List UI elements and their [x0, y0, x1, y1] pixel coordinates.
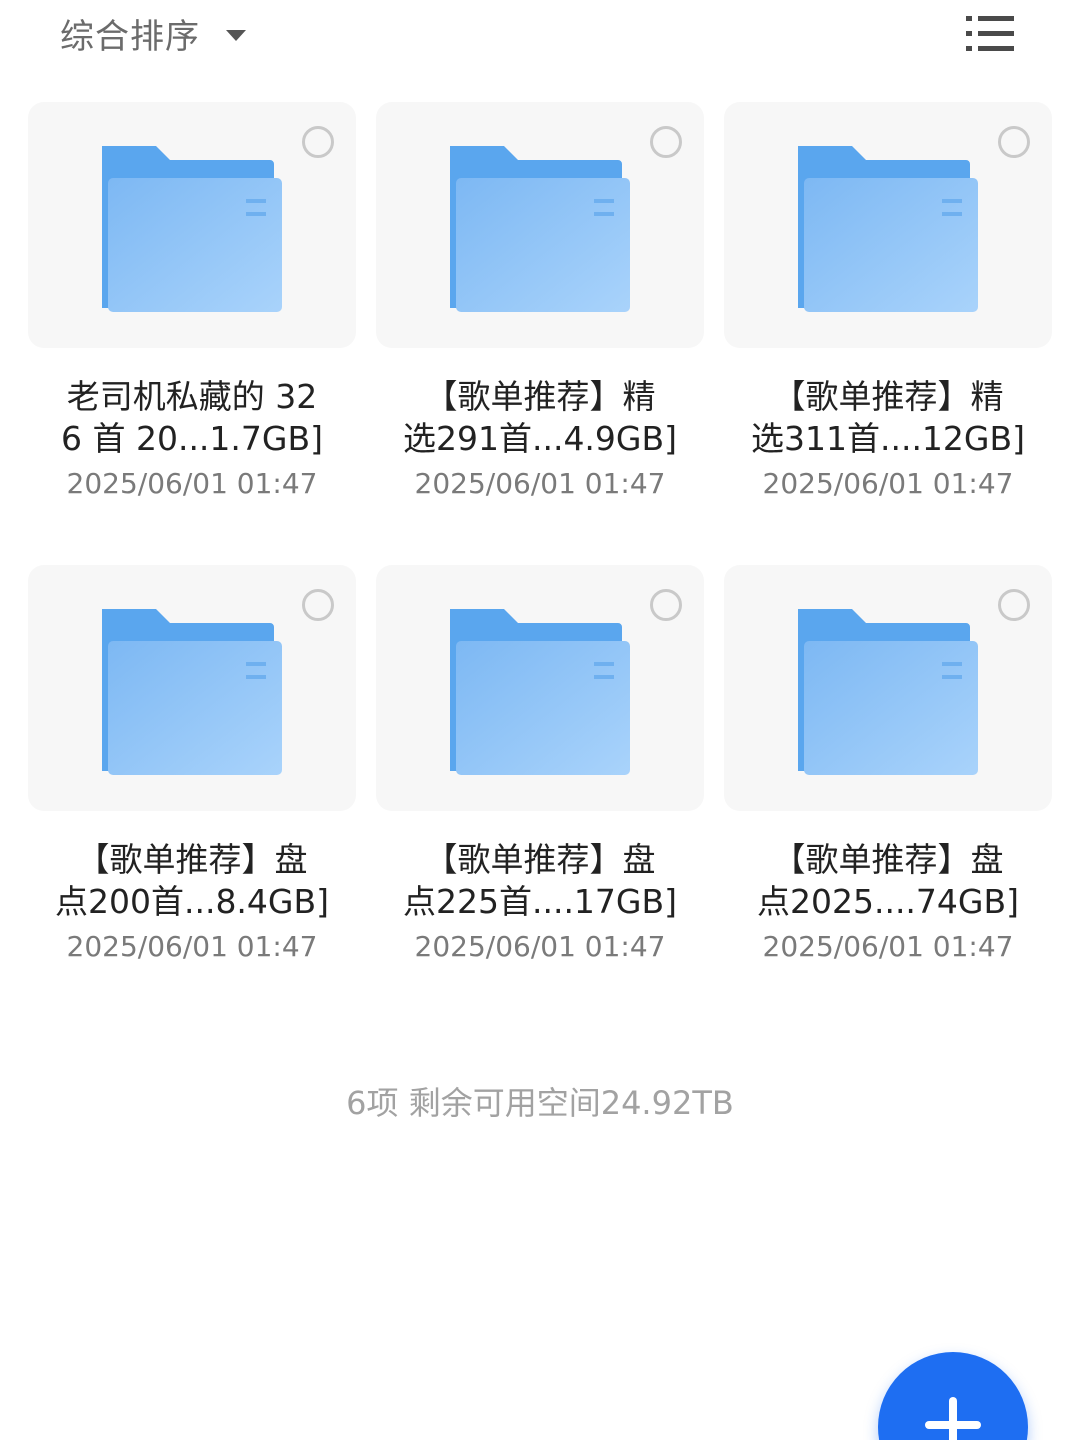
- folder-date: 2025/06/01 01:47: [414, 467, 666, 500]
- folder-name: 【歌单推荐】盘 点2025....74GB]: [724, 839, 1052, 923]
- folder-name: 【歌单推荐】盘 点225首....17GB]: [376, 839, 704, 923]
- select-checkbox[interactable]: [302, 126, 334, 158]
- folder-thumbnail: [724, 102, 1052, 348]
- folder-icon: [102, 146, 282, 312]
- sort-label: 综合排序: [60, 16, 200, 57]
- select-checkbox[interactable]: [302, 589, 334, 621]
- select-checkbox[interactable]: [650, 126, 682, 158]
- folder-item[interactable]: 老司机私藏的 32 6 首 20...1.7GB] 2025/06/01 01:…: [28, 102, 356, 565]
- folder-date: 2025/06/01 01:47: [414, 930, 666, 963]
- folder-name: 【歌单推荐】盘 点200首...8.4GB]: [28, 839, 356, 923]
- folder-name-line1: 【歌单推荐】盘: [424, 840, 656, 879]
- folder-grid: 老司机私藏的 32 6 首 20...1.7GB] 2025/06/01 01:…: [28, 102, 1052, 1028]
- folder-name: 【歌单推荐】精 选291首...4.9GB]: [376, 376, 704, 460]
- select-checkbox[interactable]: [998, 126, 1030, 158]
- folder-date: 2025/06/01 01:47: [762, 930, 1014, 963]
- folder-name: 【歌单推荐】精 选311首....12GB]: [724, 376, 1052, 460]
- caret-down-icon: [226, 29, 246, 41]
- sort-dropdown[interactable]: 综合排序: [60, 10, 246, 57]
- folder-thumbnail: [28, 565, 356, 811]
- folder-thumbnail: [724, 565, 1052, 811]
- folder-name: 老司机私藏的 32 6 首 20...1.7GB]: [28, 376, 356, 460]
- add-button[interactable]: [878, 1352, 1028, 1440]
- folder-thumbnail: [376, 565, 704, 811]
- select-checkbox[interactable]: [650, 589, 682, 621]
- folder-name-line2: 选291首...4.9GB]: [402, 419, 678, 458]
- folder-icon: [798, 146, 978, 312]
- folder-name-line1: 【歌单推荐】精: [772, 377, 1004, 416]
- folder-name-line2: 点225首....17GB]: [402, 882, 678, 921]
- folder-thumbnail: [376, 102, 704, 348]
- folder-icon: [450, 609, 630, 775]
- list-view-icon[interactable]: [962, 12, 1018, 56]
- folder-date: 2025/06/01 01:47: [66, 930, 318, 963]
- folder-item[interactable]: 【歌单推荐】精 选291首...4.9GB] 2025/06/01 01:47: [376, 102, 704, 565]
- folder-item[interactable]: 【歌单推荐】精 选311首....12GB] 2025/06/01 01:47: [724, 102, 1052, 565]
- folder-name-line1: 老司机私藏的 32: [66, 377, 318, 416]
- select-checkbox[interactable]: [998, 589, 1030, 621]
- folder-name-line1: 【歌单推荐】盘: [772, 840, 1004, 879]
- folder-date: 2025/06/01 01:47: [66, 467, 318, 500]
- storage-summary: 6项 剩余可用空间24.92TB: [346, 1084, 734, 1122]
- folder-name-line2: 选311首....12GB]: [750, 419, 1026, 458]
- folder-thumbnail: [28, 102, 356, 348]
- folder-name-line2: 点200首...8.4GB]: [54, 882, 330, 921]
- folder-name-line2: 6 首 20...1.7GB]: [60, 419, 323, 458]
- folder-item[interactable]: 【歌单推荐】盘 点200首...8.4GB] 2025/06/01 01:47: [28, 565, 356, 1028]
- folder-item[interactable]: 【歌单推荐】盘 点225首....17GB] 2025/06/01 01:47: [376, 565, 704, 1028]
- folder-name-line2: 点2025....74GB]: [756, 882, 1020, 921]
- folder-icon: [450, 146, 630, 312]
- file-browser-page: 综合排序 老司机私藏的 32 6 首 20...1.7GB] 2025/06/0…: [0, 0, 1080, 1440]
- folder-name-line1: 【歌单推荐】盘: [76, 840, 308, 879]
- folder-date: 2025/06/01 01:47: [762, 467, 1014, 500]
- folder-icon: [798, 609, 978, 775]
- folder-item[interactable]: 【歌单推荐】盘 点2025....74GB] 2025/06/01 01:47: [724, 565, 1052, 1028]
- folder-name-line1: 【歌单推荐】精: [424, 377, 656, 416]
- plus-icon-stroke: [949, 1397, 957, 1440]
- toolbar: 综合排序: [0, 0, 1080, 70]
- folder-icon: [102, 609, 282, 775]
